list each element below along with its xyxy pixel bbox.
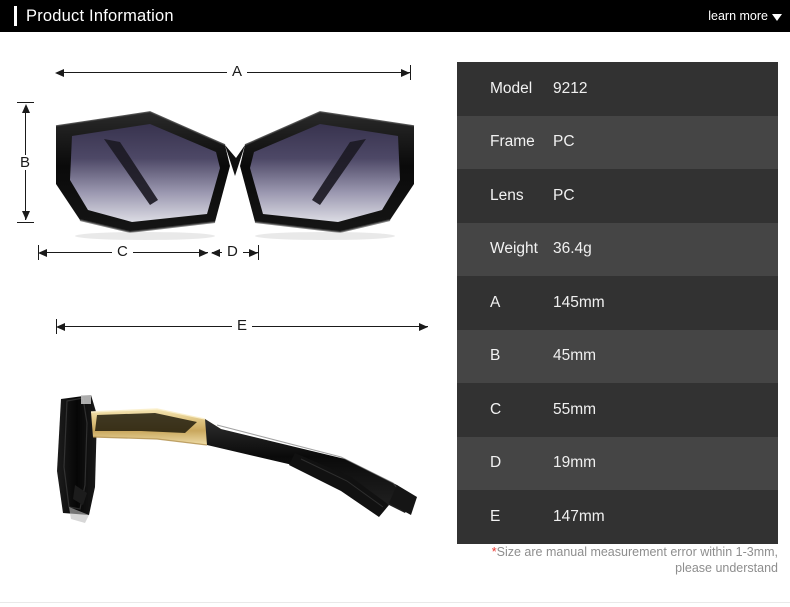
table-cell-value: 145mm xyxy=(553,293,605,311)
table-cell-value: 147mm xyxy=(553,507,605,525)
table-cell-label: A xyxy=(490,293,501,311)
table-cell-label: Lens xyxy=(490,186,524,204)
measurement-note: *Size are manual measurement error withi… xyxy=(458,544,778,576)
table-cell-label: B xyxy=(490,347,501,365)
table-row: B 45mm xyxy=(457,329,778,383)
table-row: A 145mm xyxy=(457,276,778,330)
note-line-1: Size are manual measurement error within… xyxy=(496,545,778,559)
dimension-a-arrow-right xyxy=(401,68,410,77)
table-cell-value: PC xyxy=(553,186,575,204)
dimension-d-arrow-right xyxy=(249,248,258,257)
dimension-b-arrow-down xyxy=(21,211,30,220)
table-cell-label: Frame xyxy=(490,133,535,151)
table-cell-label: Model xyxy=(490,79,533,97)
dimension-a-arrow-left xyxy=(55,68,64,77)
sunglasses-front-view xyxy=(40,92,430,257)
table-cell-label: C xyxy=(490,400,502,418)
table-row: Frame PC xyxy=(457,115,778,169)
dimension-d-tick-right xyxy=(258,245,259,260)
table-cell-label: E xyxy=(490,507,501,525)
table-cell-label: Weight xyxy=(490,240,538,258)
dimension-d-label: D xyxy=(222,244,243,259)
sunglasses-side-view xyxy=(45,367,445,542)
table-cell-value: PC xyxy=(553,133,575,151)
learn-more-label: learn more xyxy=(708,9,768,23)
dimension-e-arrow-left xyxy=(56,322,65,331)
dimension-c-arrow-left xyxy=(38,248,47,257)
table-cell-value: 19mm xyxy=(553,454,597,472)
chevron-down-icon xyxy=(772,13,782,21)
dimension-e-tick-left xyxy=(56,319,57,334)
dimension-e-arrow-right xyxy=(419,322,428,331)
learn-more-button[interactable]: learn more xyxy=(708,0,782,32)
table-row: E 147mm xyxy=(457,490,778,544)
dimension-d-arrow-left xyxy=(211,248,220,257)
page-title: Product Information xyxy=(26,7,174,25)
header-bar: Product Information learn more xyxy=(0,0,790,32)
table-cell-value: 45mm xyxy=(553,347,597,365)
dimension-b-tick-bottom xyxy=(17,222,34,223)
table-cell-value: 36.4g xyxy=(553,240,592,258)
dimension-c-tick-left xyxy=(38,245,39,260)
dimension-b-arrow-up xyxy=(21,104,30,113)
header-accent-bar xyxy=(14,6,17,26)
note-line-2: please understand xyxy=(675,561,778,575)
specification-table: Model 9212 Frame PC Lens PC Weight 36.4g… xyxy=(457,62,778,544)
table-cell-label: D xyxy=(490,454,502,472)
table-row: C 55mm xyxy=(457,383,778,437)
dimension-b-label: B xyxy=(15,155,36,170)
product-diagram-panel: A B C D E xyxy=(0,32,455,607)
table-row: Weight 36.4g xyxy=(457,222,778,276)
table-cell-value: 55mm xyxy=(553,400,597,418)
dimension-b-tick-top xyxy=(17,102,34,103)
table-row: D 19mm xyxy=(457,436,778,490)
dimension-a-tick-right xyxy=(410,65,411,80)
dimension-a-label: A xyxy=(227,64,248,79)
table-row: Model 9212 xyxy=(457,62,778,116)
bottom-divider xyxy=(0,602,790,603)
dimension-c-label: C xyxy=(112,244,133,259)
dimension-c-arrow-right xyxy=(199,248,208,257)
table-row: Lens PC xyxy=(457,169,778,223)
table-cell-value: 9212 xyxy=(553,79,588,97)
dimension-e-label: E xyxy=(232,318,253,333)
